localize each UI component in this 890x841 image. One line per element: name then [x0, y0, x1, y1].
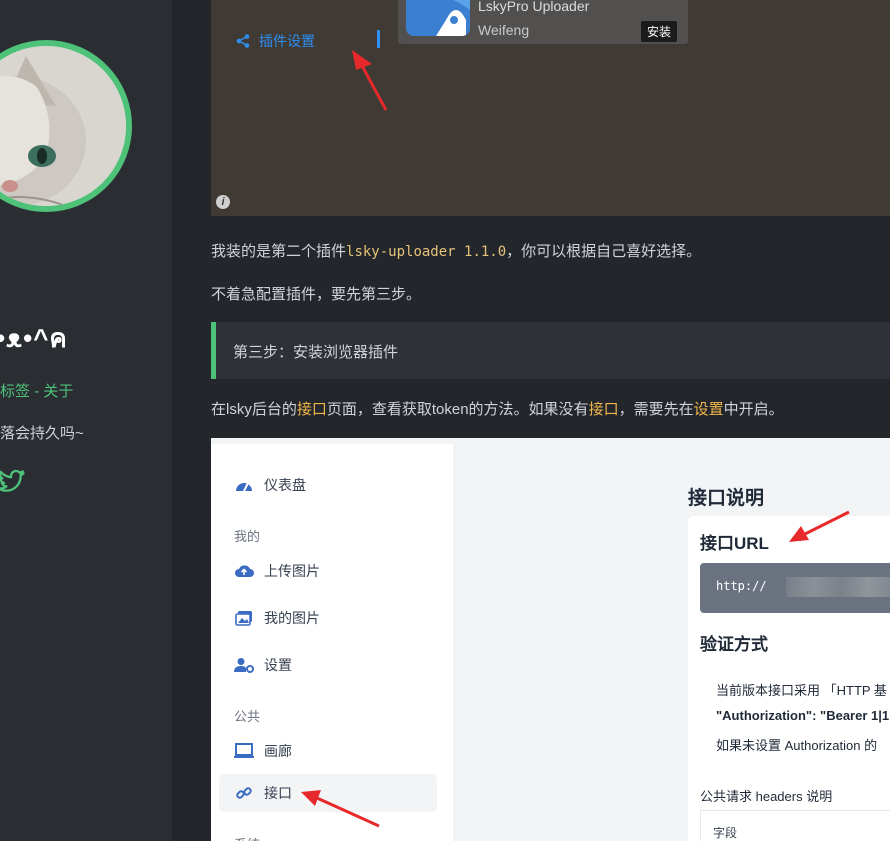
- blockquote-step3: 第三步：安装浏览器插件: [211, 322, 890, 379]
- share-icon: [236, 34, 250, 48]
- lsky-screenshot: 仪表盘 我的 上传图片 我的图片 设置 公共 画廊 接口 接口说明 接口URL …: [211, 438, 890, 841]
- sidebar-links: 标签 - 关于: [0, 380, 73, 401]
- monitor-icon: [233, 743, 255, 759]
- url-heading: 接口URL: [700, 534, 769, 553]
- auth-line-1: 当前版本接口采用 「HTTP 基: [716, 683, 887, 698]
- plugin-author: Weifeng: [478, 22, 530, 38]
- headers-table: 字段: [700, 810, 890, 841]
- tags-link[interactable]: 标签: [0, 383, 30, 400]
- plugin-settings-label: 插件设置: [259, 33, 315, 49]
- nav-group-mine: 我的: [234, 529, 261, 544]
- url-code-box: http://: [700, 563, 890, 613]
- divider: [377, 30, 380, 48]
- nav-settings: 设置: [219, 646, 437, 684]
- install-button: 安装: [641, 21, 678, 42]
- auth-line-2: "Authorization": "Bearer 1|1: [716, 708, 890, 723]
- doc-card: 接口URL http:// 验证方式 当前版本接口采用 「HTTP 基 "Aut…: [688, 516, 890, 841]
- nav-gallery: 画廊: [219, 732, 437, 770]
- nav-label: 上传图片: [264, 563, 320, 579]
- text-segment: 中开启。: [723, 401, 784, 418]
- nav-api: 接口: [219, 774, 437, 812]
- text-segment: 在lsky后台的: [211, 401, 297, 418]
- doc-title: 接口说明: [688, 488, 765, 509]
- nav-label: 画廊: [264, 743, 292, 759]
- about-link[interactable]: 关于: [43, 383, 73, 400]
- plugin-screenshot: 插件设置 LskyPro Uploader Weifeng 安装 i: [211, 0, 890, 216]
- sidebar: •ᴥ•^ค 标签 - 关于 落会持久吗~: [0, 0, 172, 841]
- article-content: 插件设置 LskyPro Uploader Weifeng 安装 i 我装的是第…: [172, 0, 890, 841]
- red-arrow-icon: [352, 50, 388, 111]
- highlight-api: 接口: [296, 401, 327, 418]
- paragraph-token: 在lsky后台的接口页面，查看获取token的方法。如果没有接口，需要先在设置中…: [211, 398, 784, 419]
- highlight-settings: 设置: [693, 401, 724, 418]
- cloud-upload-icon: [233, 564, 255, 578]
- nav-label: 我的图片: [264, 610, 320, 626]
- nav-label: 仪表盘: [264, 477, 306, 493]
- plugin-title: LskyPro Uploader: [478, 0, 590, 14]
- auth-line-3: 如果未设置 Authorization 的: [716, 738, 878, 753]
- nav-my-images: 我的图片: [219, 599, 437, 637]
- dashboard-icon: [233, 478, 255, 492]
- plugin-card: LskyPro Uploader Weifeng 安装: [398, 0, 688, 44]
- nav-group-public: 公共: [234, 709, 261, 724]
- url-text: http://: [716, 579, 767, 593]
- info-icon: i: [216, 195, 230, 209]
- nav-group-system: 系统: [234, 834, 260, 841]
- lsky-nav: 仪表盘 我的 上传图片 我的图片 设置 公共 画廊 接口: [211, 444, 453, 841]
- auth-heading: 验证方式: [700, 635, 768, 654]
- text-segment: 我装的是第二个插件: [211, 243, 347, 260]
- step3-text: 第三步：安装浏览器插件: [233, 344, 399, 361]
- user-cog-icon: [233, 657, 255, 673]
- link-icon: [233, 785, 255, 801]
- highlight-api: 接口: [588, 401, 619, 418]
- site-motto: 落会持久吗~: [0, 425, 84, 442]
- nav-dashboard: 仪表盘: [219, 466, 437, 504]
- images-icon: [233, 610, 255, 626]
- site-nickname: •ᴥ•^ค: [0, 323, 68, 353]
- paragraph-plugin-choice: 我装的是第二个插件lsky-uploader 1.1.0，你可以根据自己喜好选择…: [211, 240, 701, 261]
- nav-label: 接口: [264, 785, 292, 801]
- plugin-settings-link: 插件设置: [235, 31, 315, 51]
- nav-label: 设置: [264, 657, 292, 673]
- inline-code: lsky-uploader 1.1.0: [346, 244, 507, 260]
- twitter-icon[interactable]: [0, 466, 28, 501]
- avatar[interactable]: [0, 40, 132, 212]
- text-segment: ，你可以根据自己喜好选择。: [506, 243, 702, 260]
- text-segment: ，需要先在: [618, 401, 694, 418]
- plugin-logo-icon: [406, 0, 470, 36]
- link-separator: -: [34, 383, 40, 400]
- text-segment: 页面，查看获取token的方法。如果没有: [326, 401, 589, 418]
- nav-upload: 上传图片: [219, 552, 437, 590]
- paragraph-step-note: 不着急配置插件，要先第三步。: [211, 286, 422, 303]
- redacted-url: [786, 577, 890, 597]
- headers-title: 公共请求 headers 说明: [700, 789, 833, 804]
- table-header-field: 字段: [713, 826, 738, 840]
